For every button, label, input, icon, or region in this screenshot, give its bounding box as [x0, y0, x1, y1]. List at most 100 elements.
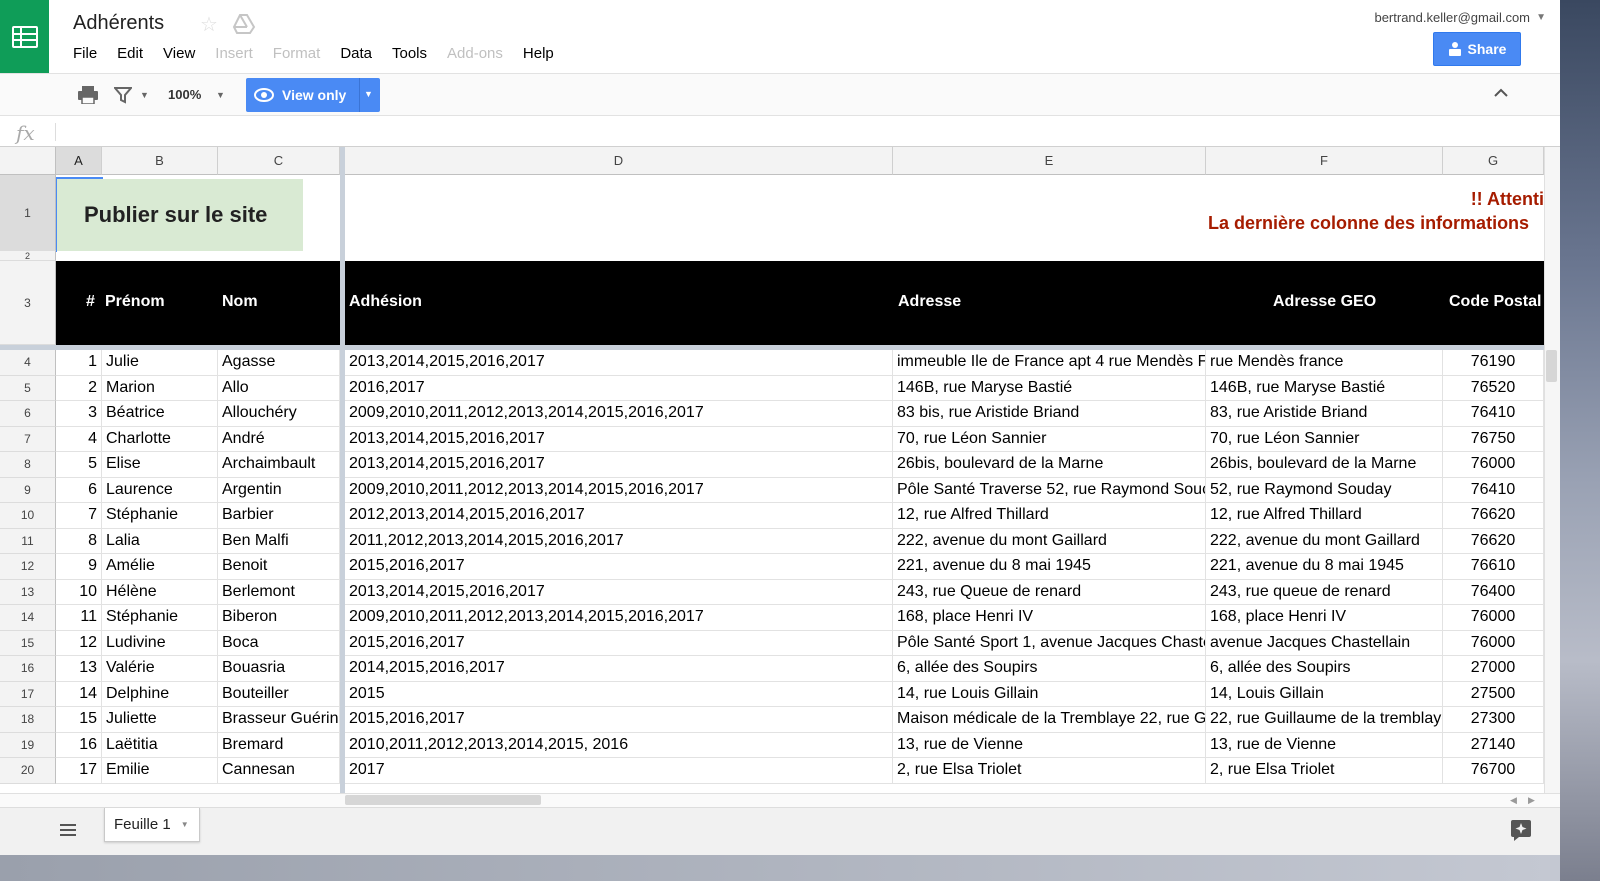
row-header-16[interactable]: 16 [0, 656, 56, 682]
cell-prenom[interactable]: Marion [102, 375, 218, 401]
cell-adresse[interactable]: immeuble Ile de France apt 4 rue Mendès … [893, 350, 1206, 376]
cell-code-postal[interactable]: 76750 [1443, 426, 1544, 452]
vertical-scroll-thumb[interactable] [1546, 350, 1557, 382]
cell-nom[interactable]: Bouasria [218, 656, 340, 682]
menu-help[interactable]: Help [523, 45, 554, 65]
cell-prenom[interactable]: Juliette [102, 707, 218, 733]
row-header-17[interactable]: 17 [0, 681, 56, 707]
cell-code-postal[interactable]: 76410 [1443, 401, 1544, 427]
print-icon[interactable] [78, 86, 98, 105]
explore-icon[interactable] [1510, 819, 1532, 841]
cell-nom[interactable]: Agasse [218, 350, 340, 376]
row-header-2[interactable]: 2 [0, 251, 56, 261]
cell-adresse-geo[interactable]: 2, rue Elsa Triolet [1206, 758, 1443, 784]
cell-prenom[interactable]: Stéphanie [102, 503, 218, 529]
cell-adhesion[interactable]: 2013,2014,2015,2016,2017 [345, 426, 893, 452]
collapse-icon[interactable] [1492, 84, 1510, 102]
document-title[interactable]: Adhérents [73, 12, 164, 35]
view-only-button[interactable]: View only ▼ [246, 78, 380, 112]
column-header-a[interactable]: A [56, 147, 102, 175]
cell-adhesion[interactable]: 2015 [345, 681, 893, 707]
cell-prenom[interactable]: Hélène [102, 579, 218, 605]
vertical-scrollbar[interactable] [1544, 147, 1560, 807]
cell-code-postal[interactable]: 76520 [1443, 375, 1544, 401]
select-all-corner[interactable] [0, 147, 56, 175]
row-header-15[interactable]: 15 [0, 630, 56, 656]
row-header-9[interactable]: 9 [0, 477, 56, 503]
row-header-18[interactable]: 18 [0, 707, 56, 733]
sheets-logo-icon[interactable] [0, 0, 49, 73]
cell-nom[interactable]: Argentin [218, 477, 340, 503]
drive-icon[interactable] [232, 13, 256, 35]
cell-adresse[interactable]: 13, rue de Vienne [893, 732, 1206, 758]
cell-nom[interactable]: Barbier [218, 503, 340, 529]
menu-view[interactable]: View [163, 45, 195, 65]
filter-dropdown-icon[interactable]: ▼ [140, 90, 149, 100]
cell-adhesion[interactable]: 2015,2016,2017 [345, 630, 893, 656]
cell-nom[interactable]: André [218, 426, 340, 452]
cell-adhesion[interactable]: 2015,2016,2017 [345, 554, 893, 580]
menu-data[interactable]: Data [340, 45, 372, 65]
row-header-12[interactable]: 12 [0, 554, 56, 580]
zoom-dropdown-icon[interactable]: ▼ [216, 90, 225, 100]
formula-input[interactable] [66, 123, 1516, 141]
row-header-20[interactable]: 20 [0, 758, 56, 784]
row-header-13[interactable]: 13 [0, 579, 56, 605]
cell-adhesion[interactable]: 2013,2014,2015,2016,2017 [345, 579, 893, 605]
menu-edit[interactable]: Edit [117, 45, 143, 65]
cell-code-postal[interactable]: 27300 [1443, 707, 1544, 733]
cell-num[interactable]: 8 [56, 528, 102, 554]
cell-adresse[interactable]: 146B, rue Maryse Bastié [893, 375, 1206, 401]
publish-button[interactable]: Publier sur le site [57, 179, 303, 251]
cell-adresse-geo[interactable]: 6, allée des Soupirs [1206, 656, 1443, 682]
cell-adhesion[interactable]: 2014,2015,2016,2017 [345, 656, 893, 682]
cell-num[interactable]: 1 [56, 350, 102, 376]
scroll-right-icon[interactable]: ▶ [1528, 795, 1535, 806]
cell-code-postal[interactable]: 76000 [1443, 605, 1544, 631]
cell-adresse[interactable]: 6, allée des Soupirs [893, 656, 1206, 682]
menu-file[interactable]: File [73, 45, 97, 65]
cell-adhesion[interactable]: 2017 [345, 758, 893, 784]
row-header-14[interactable]: 14 [0, 605, 56, 631]
cell-num[interactable]: 6 [56, 477, 102, 503]
cell-adhesion[interactable]: 2015,2016,2017 [345, 707, 893, 733]
cell-adhesion[interactable]: 2013,2014,2015,2016,2017 [345, 452, 893, 478]
row-header-5[interactable]: 5 [0, 375, 56, 401]
spreadsheet-grid[interactable]: Publier sur le site !! Attenti La derniè… [0, 147, 1544, 793]
row-header-10[interactable]: 10 [0, 503, 56, 529]
cell-num[interactable]: 7 [56, 503, 102, 529]
cell-adresse-geo[interactable]: 14, Louis Gillain [1206, 681, 1443, 707]
cell-nom[interactable]: Benoit [218, 554, 340, 580]
cell-code-postal[interactable]: 76400 [1443, 579, 1544, 605]
cell-num[interactable]: 2 [56, 375, 102, 401]
cell-code-postal[interactable]: 76620 [1443, 528, 1544, 554]
zoom-select[interactable]: 100% [168, 87, 201, 102]
cell-adhesion[interactable]: 2009,2010,2011,2012,2013,2014,2015,2016,… [345, 401, 893, 427]
cell-code-postal[interactable]: 76620 [1443, 503, 1544, 529]
cell-code-postal[interactable]: 76190 [1443, 350, 1544, 376]
cell-num[interactable]: 4 [56, 426, 102, 452]
column-header-g[interactable]: G [1443, 147, 1544, 175]
cell-adresse-geo[interactable]: 26bis, boulevard de la Marne [1206, 452, 1443, 478]
cell-adresse-geo[interactable]: avenue Jacques Chastellain [1206, 630, 1443, 656]
cell-adresse[interactable]: 168, place Henri IV [893, 605, 1206, 631]
cell-adhesion[interactable]: 2009,2010,2011,2012,2013,2014,2015,2016,… [345, 605, 893, 631]
cell-code-postal[interactable]: 27140 [1443, 732, 1544, 758]
cell-code-postal[interactable]: 76410 [1443, 477, 1544, 503]
sheet-tab[interactable]: Feuille 1 ▼ [104, 808, 200, 842]
row-header-19[interactable]: 19 [0, 732, 56, 758]
cell-prenom[interactable]: Emilie [102, 758, 218, 784]
cell-adresse[interactable]: 14, rue Louis Gillain [893, 681, 1206, 707]
cell-adresse-geo[interactable]: 22, rue Guillaume de la tremblaye [1206, 707, 1443, 733]
cell-prenom[interactable]: Ludivine [102, 630, 218, 656]
cell-adresse[interactable]: 2, rue Elsa Triolet [893, 758, 1206, 784]
cell-code-postal[interactable]: 76000 [1443, 452, 1544, 478]
row-header-8[interactable]: 8 [0, 452, 56, 478]
cell-code-postal[interactable]: 76610 [1443, 554, 1544, 580]
cell-num[interactable]: 12 [56, 630, 102, 656]
row-header-6[interactable]: 6 [0, 401, 56, 427]
cell-nom[interactable]: Bremard [218, 732, 340, 758]
cell-nom[interactable]: Biberon [218, 605, 340, 631]
row-header-3[interactable]: 3 [0, 261, 56, 345]
column-header-f[interactable]: F [1206, 147, 1443, 175]
